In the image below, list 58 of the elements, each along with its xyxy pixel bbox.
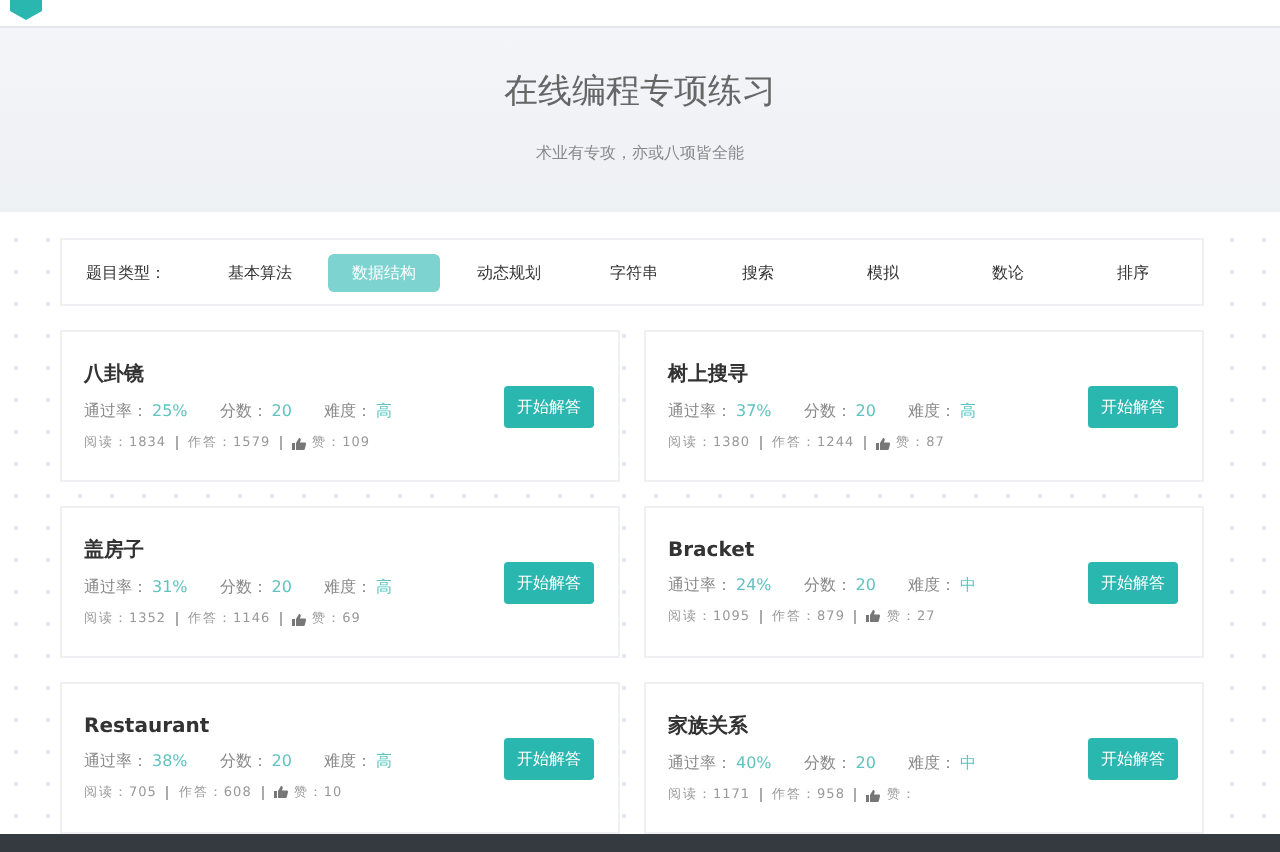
difficulty-label: 难度：: [323, 576, 372, 598]
score-label: 分数：: [803, 573, 852, 595]
problem-title: 家族关系: [668, 712, 750, 740]
difficulty-label: 难度：: [323, 749, 372, 771]
score-label: 分数：: [219, 576, 268, 598]
pass-rate-label: 通过率：: [84, 576, 148, 598]
pass-rate-value: 25%: [152, 402, 188, 420]
category-tab[interactable]: 数论: [952, 253, 1064, 291]
thumbs-up-icon: [292, 437, 307, 449]
thumbs-up-icon: [876, 437, 891, 449]
problem-title: Restaurant: [84, 715, 212, 737]
pass-rate-value: 31%: [152, 578, 188, 596]
pass-rate-value: 40%: [736, 754, 772, 772]
category-tab[interactable]: 模拟: [827, 253, 939, 291]
page-subtitle: 术业有专攻，亦或八项皆全能: [536, 142, 744, 164]
difficulty-value: 高: [959, 400, 976, 422]
score-label: 分数：: [219, 749, 268, 771]
filter-label: 题目类型：: [86, 261, 168, 283]
pass-rate-label: 通过率：: [84, 749, 148, 771]
category-tab[interactable]: 搜索: [703, 253, 814, 291]
problem-title: Bracket: [668, 539, 757, 561]
score-label: 分数：: [803, 752, 852, 774]
thumbs-up-icon: [292, 613, 307, 625]
score-value: 20: [855, 575, 876, 593]
score-value: 20: [855, 754, 876, 772]
pass-rate-value: 37%: [736, 402, 772, 420]
category-tab[interactable]: 基本算法: [204, 253, 315, 291]
thumbs-up-icon: [866, 610, 881, 622]
problem-title: 盖房子: [84, 536, 146, 564]
difficulty-label: 难度：: [323, 400, 372, 422]
problem-title: 八卦镜: [84, 361, 146, 388]
pass-rate-label: 通过率：: [668, 752, 732, 774]
problem-title: 树上搜寻: [668, 361, 750, 388]
pass-rate-value: 38%: [152, 751, 188, 769]
score-label: 分数：: [803, 400, 852, 422]
pass-rate-label: 通过率：: [84, 400, 148, 422]
difficulty-label: 难度：: [907, 573, 956, 595]
pass-rate-label: 通过率：: [668, 400, 732, 422]
category-tab[interactable]: 动态规划: [453, 253, 565, 291]
score-value: 20: [271, 751, 292, 769]
score-value: 20: [271, 578, 292, 596]
score-value: 20: [855, 402, 876, 420]
difficulty-value: 高: [375, 749, 392, 771]
score-value: 20: [271, 402, 292, 420]
category-tab[interactable]: 排序: [1077, 253, 1188, 291]
difficulty-value: 高: [375, 400, 392, 422]
thumbs-up-icon: [866, 789, 881, 801]
thumbs-up-icon: [273, 786, 288, 798]
difficulty-label: 难度：: [907, 752, 956, 774]
category-tab[interactable]: 字符串: [578, 253, 690, 291]
difficulty-label: 难度：: [907, 400, 956, 422]
difficulty-value: 中: [959, 752, 976, 774]
score-label: 分数：: [219, 400, 268, 422]
difficulty-value: 中: [959, 573, 976, 595]
page-title: 在线编程专项练习: [504, 70, 776, 114]
pass-rate-label: 通过率：: [668, 573, 732, 595]
difficulty-value: 高: [375, 576, 392, 598]
pass-rate-value: 24%: [736, 575, 772, 593]
